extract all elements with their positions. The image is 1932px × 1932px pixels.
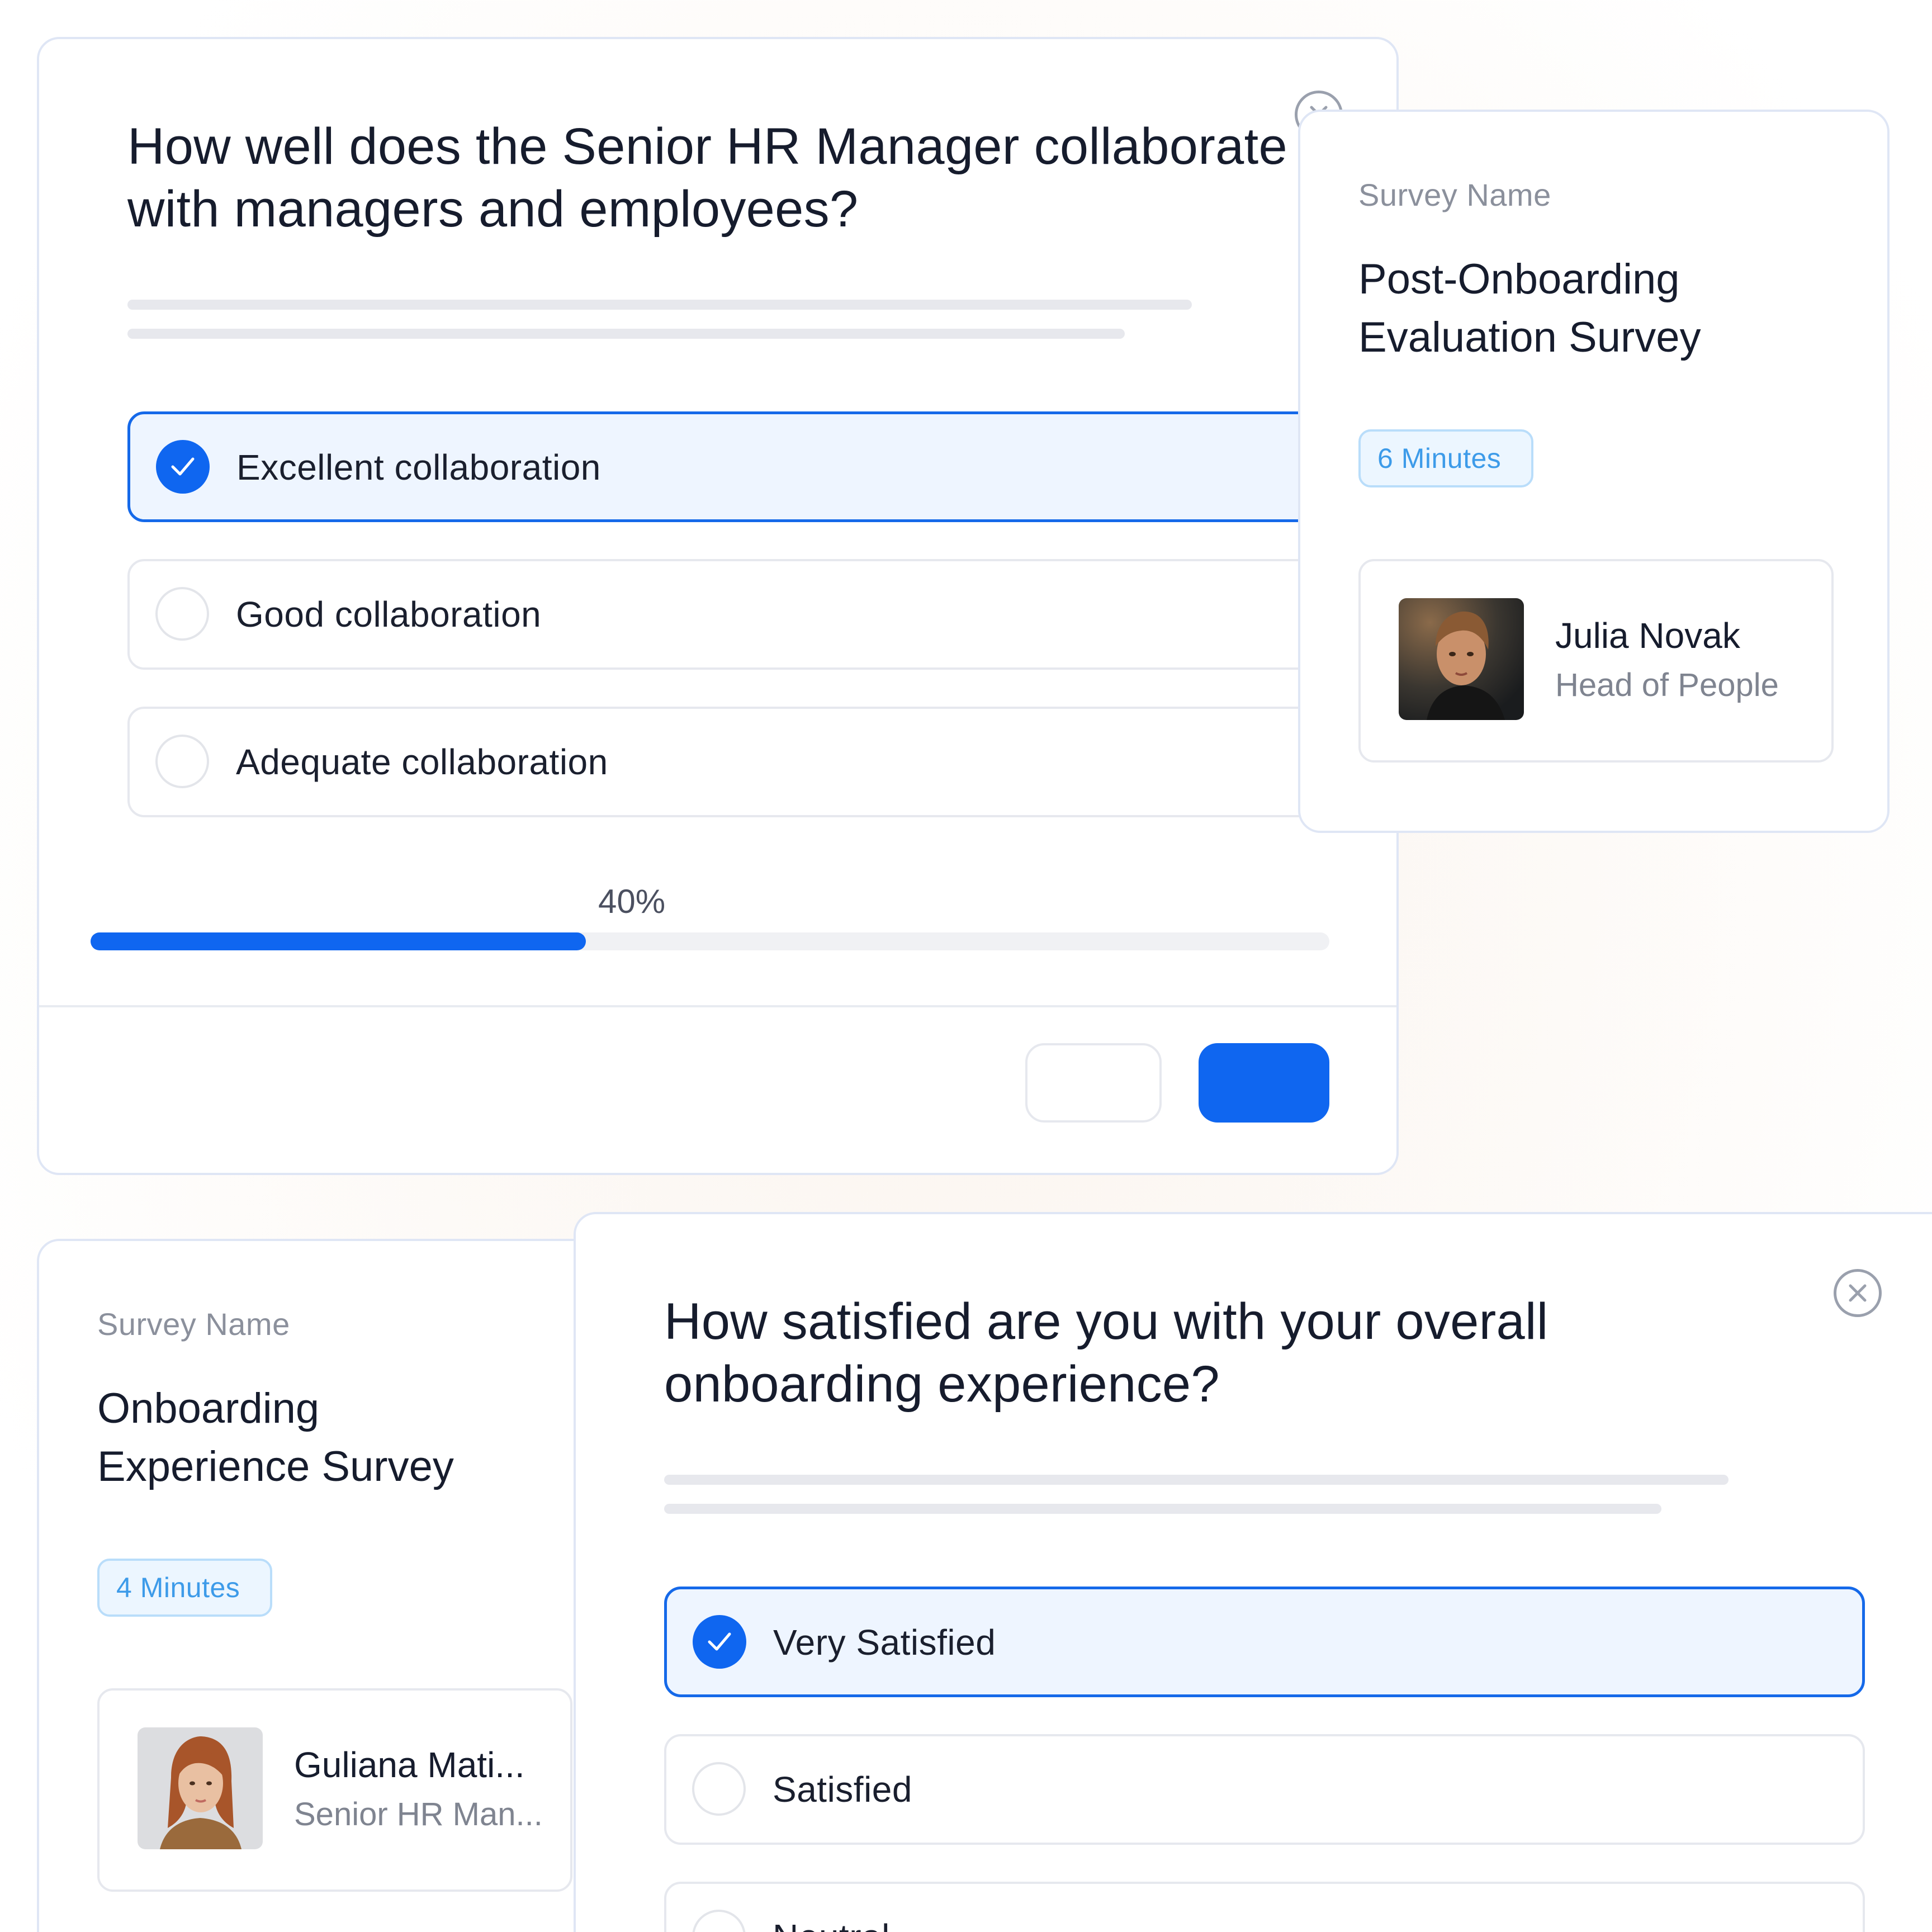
option-label: Excellent collaboration xyxy=(236,447,601,487)
selected-radio[interactable] xyxy=(156,440,210,494)
option-satisfied[interactable]: Satisfied xyxy=(664,1734,1865,1845)
option-label: Satisfied xyxy=(773,1769,912,1810)
progress-fill xyxy=(91,932,586,950)
radio-button[interactable] xyxy=(155,735,209,788)
question-title: How well does the Senior HR Manager coll… xyxy=(127,118,1287,238)
radio-button[interactable] xyxy=(692,1762,746,1816)
survey-owner: Guliana Mati... Senior HR Man... xyxy=(97,1688,572,1892)
progress-label: 40% xyxy=(598,883,666,920)
survey-name-label: Survey Name xyxy=(97,1306,290,1342)
survey-title: Post-Onboarding Evaluation Survey xyxy=(1358,255,1701,361)
skeleton-line xyxy=(664,1504,1661,1514)
option-excellent-collaboration[interactable]: Excellent collaboration xyxy=(127,411,1396,522)
option-label: Good collaboration xyxy=(236,594,542,634)
skeleton-line xyxy=(127,329,1125,339)
skeleton-line xyxy=(127,300,1192,310)
owner-name: Julia Novak xyxy=(1555,615,1740,656)
skeleton-line xyxy=(664,1475,1729,1485)
survey-owner: Julia Novak Head of People xyxy=(1358,559,1834,763)
avatar xyxy=(138,1727,263,1849)
progress-track xyxy=(91,932,1329,950)
option-label: Very Satisfied xyxy=(773,1622,996,1663)
post-onboarding-survey-card[interactable]: Survey Name Post-Onboarding Evaluation S… xyxy=(1298,110,1890,833)
radio-button[interactable] xyxy=(692,1910,746,1932)
close-icon xyxy=(1849,1284,1867,1302)
owner-role: Senior HR Man... xyxy=(294,1796,543,1832)
option-good-collaboration[interactable]: Good collaboration xyxy=(127,559,1396,670)
survey-title: Onboarding Experience Survey xyxy=(97,1385,454,1490)
question-title: How satisfied are you with your overall … xyxy=(664,1293,1549,1413)
next-button[interactable] xyxy=(1199,1043,1329,1123)
footer-divider xyxy=(39,1005,1396,1007)
radio-button[interactable] xyxy=(155,587,209,641)
option-label: Neutral xyxy=(773,1884,890,1932)
back-button[interactable] xyxy=(1025,1043,1162,1123)
option-label: Adequate collaboration xyxy=(236,742,608,782)
option-adequate-collaboration[interactable]: Adequate collaboration xyxy=(127,707,1396,817)
check-icon xyxy=(708,1632,731,1651)
option-neutral[interactable]: Neutral xyxy=(664,1882,1865,1932)
satisfaction-question-card: How satisfied are you with your overall … xyxy=(574,1212,1932,1932)
check-icon xyxy=(171,457,195,476)
survey-question-card: How well does the Senior HR Manager coll… xyxy=(37,37,1399,1175)
duration-badge: 4 Minutes xyxy=(97,1559,273,1617)
close-button[interactable] xyxy=(1834,1269,1882,1317)
owner-name: Guliana Mati... xyxy=(294,1745,525,1785)
avatar xyxy=(1399,598,1524,720)
option-very-satisfied[interactable]: Very Satisfied xyxy=(664,1587,1865,1697)
selected-radio[interactable] xyxy=(693,1615,746,1669)
owner-role: Head of People xyxy=(1555,667,1779,703)
duration-badge: 6 Minutes xyxy=(1358,429,1534,487)
onboarding-survey-card[interactable]: Survey Name Onboarding Experience Survey… xyxy=(37,1239,628,1932)
survey-name-label: Survey Name xyxy=(1358,177,1551,212)
